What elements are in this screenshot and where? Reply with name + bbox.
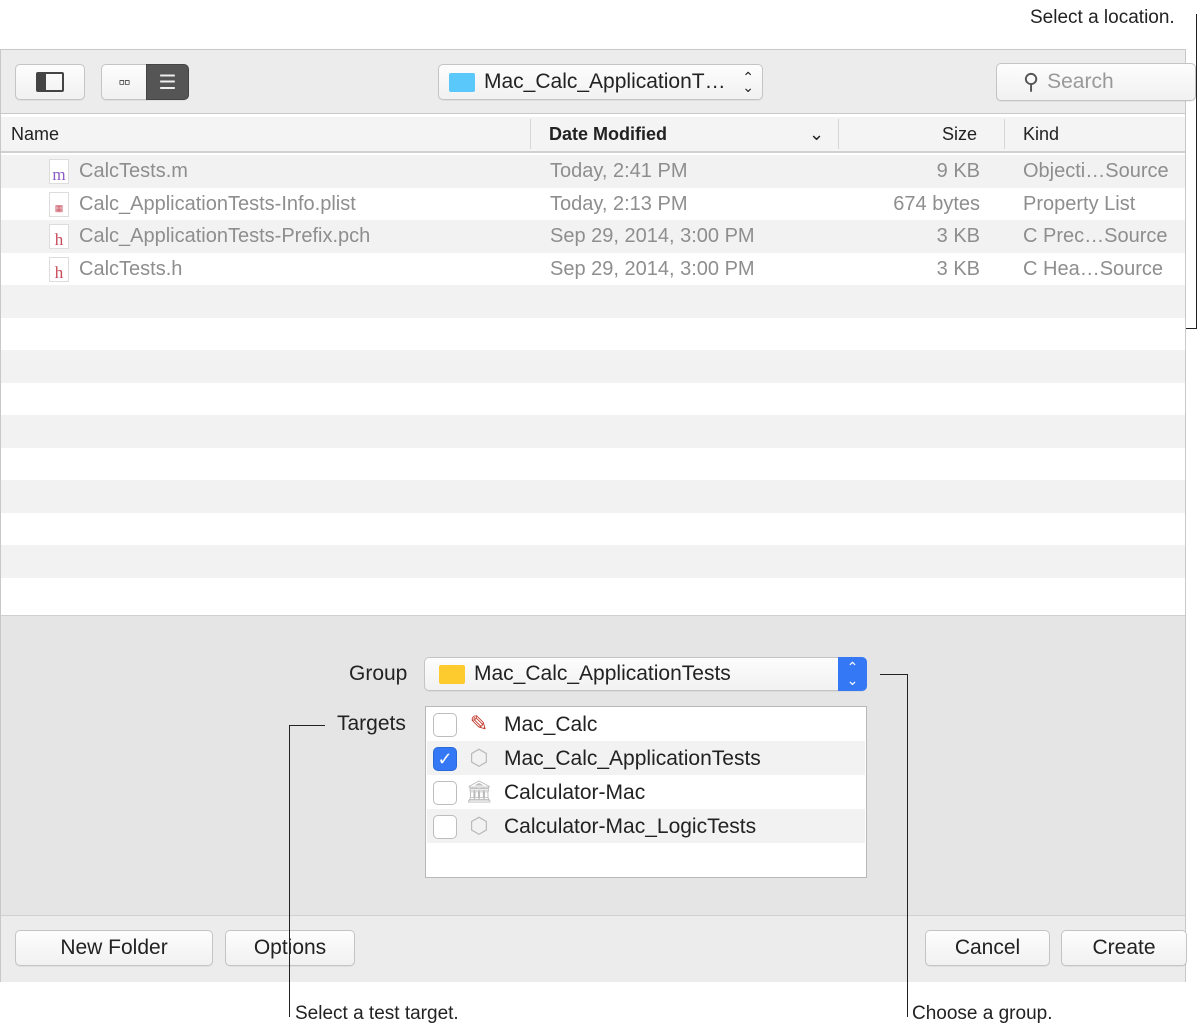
- file-name: Calc_ApplicationTests-Info.plist: [79, 192, 356, 215]
- file-date: Today, 2:41 PM: [550, 160, 688, 182]
- target-name: Mac_Calc_ApplicationTests: [504, 747, 761, 770]
- file-name: CalcTests.m: [79, 160, 188, 182]
- updown-chevron-icon: ⌃ ⌄: [742, 69, 754, 95]
- file-size: 9 KB: [936, 160, 980, 182]
- targets-list: ✎ Mac_Calc ✓ ⬡ Mac_Calc_ApplicationTests…: [425, 706, 867, 878]
- empty-row: [1, 545, 1185, 578]
- toolbar: ▫▫ ☰ Mac_Calc_ApplicationT… ⌃ ⌄ ⚲ Search: [1, 50, 1196, 114]
- file-name: CalcTests.h: [79, 257, 183, 280]
- file-list: m CalcTests.m Today, 2:41 PM 9 KB Object…: [1, 155, 1185, 613]
- empty-row: [1, 383, 1185, 416]
- list-icon: ☰: [158, 71, 177, 94]
- empty-row: [1, 480, 1185, 513]
- list-view-button[interactable]: ☰: [146, 64, 189, 100]
- cancel-button[interactable]: Cancel: [925, 930, 1050, 966]
- callout-select-target: Select a test target.: [295, 1003, 459, 1024]
- column-date-modified[interactable]: Date Modified: [549, 124, 667, 145]
- search-field[interactable]: ⚲ Search: [996, 63, 1196, 101]
- group-label: Group: [349, 662, 408, 685]
- file-row[interactable]: h Calc_ApplicationTests-Prefix.pch Sep 2…: [1, 220, 1185, 253]
- column-header: Name Date Modified ⌄ Size Kind: [1, 117, 1185, 153]
- plist-file-icon: ▦: [49, 191, 69, 217]
- target-checkbox[interactable]: [433, 781, 457, 805]
- file-kind: Objecti…Source: [1023, 160, 1169, 182]
- file-size: 674 bytes: [893, 192, 980, 215]
- empty-row: [1, 513, 1185, 546]
- empty-row: [1, 448, 1185, 481]
- target-row[interactable]: ✎ Mac_Calc: [427, 707, 865, 741]
- file-kind: C Hea…Source: [1023, 257, 1164, 280]
- sort-chevron-icon: ⌄: [809, 124, 825, 144]
- empty-row: [1, 350, 1185, 383]
- empty-row: [1, 285, 1185, 318]
- targets-label: Targets: [337, 712, 406, 735]
- file-date: Sep 29, 2014, 3:00 PM: [550, 225, 755, 247]
- callout-choose-group: Choose a group.: [912, 1003, 1053, 1024]
- column-kind[interactable]: Kind: [1023, 124, 1059, 145]
- h-file-icon: h: [49, 224, 69, 249]
- empty-row: [1, 415, 1185, 448]
- folder-icon: [449, 72, 475, 92]
- file-kind: Property List: [1023, 192, 1136, 215]
- target-name: Mac_Calc: [504, 713, 598, 736]
- new-folder-button[interactable]: New Folder: [15, 930, 213, 966]
- file-row[interactable]: ▦ Calc_ApplicationTests-Info.plist Today…: [1, 188, 1185, 221]
- target-row[interactable]: ⬡ Calculator-Mac_LogicTests: [427, 809, 865, 843]
- sidebar-icon: [36, 72, 64, 92]
- file-row[interactable]: h CalcTests.h Sep 29, 2014, 3:00 PM 3 KB…: [1, 253, 1185, 286]
- sidebar-toggle-button[interactable]: [15, 64, 85, 100]
- test-bundle-icon: ⬡: [469, 813, 489, 838]
- framework-icon: 🏛: [465, 779, 493, 804]
- target-checkbox[interactable]: [433, 815, 457, 839]
- create-button[interactable]: Create: [1061, 930, 1187, 966]
- callout-select-location: Select a location.: [1030, 7, 1175, 28]
- h-file-icon: h: [49, 256, 69, 282]
- app-icon: ✎: [469, 711, 489, 736]
- options-button[interactable]: Options: [225, 930, 355, 966]
- file-size: 3 KB: [936, 225, 980, 247]
- file-date: Sep 29, 2014, 3:00 PM: [550, 257, 755, 280]
- file-name: Calc_ApplicationTests-Prefix.pch: [79, 225, 371, 247]
- target-name: Calculator-Mac_LogicTests: [504, 815, 757, 838]
- updown-chevron-icon: ⌃ ⌄: [838, 657, 867, 691]
- column-name[interactable]: Name: [11, 124, 59, 145]
- m-file-icon: m: [49, 159, 69, 184]
- icon-view-button[interactable]: ▫▫: [101, 64, 147, 100]
- file-size: 3 KB: [936, 257, 980, 280]
- grid-icon: ▫▫: [118, 71, 131, 92]
- target-checkbox[interactable]: ✓: [433, 747, 457, 771]
- empty-row: [1, 578, 1185, 611]
- target-name: Calculator-Mac: [504, 781, 646, 804]
- file-row[interactable]: m CalcTests.m Today, 2:41 PM 9 KB Object…: [1, 155, 1185, 188]
- empty-row: [1, 318, 1185, 351]
- search-icon: ⚲: [1023, 69, 1040, 94]
- file-kind: C Prec…Source: [1023, 225, 1168, 247]
- target-row[interactable]: ✓ ⬡ Mac_Calc_ApplicationTests: [427, 741, 865, 775]
- file-date: Today, 2:13 PM: [550, 192, 688, 215]
- test-bundle-icon: ⬡: [469, 745, 489, 770]
- button-bar: New Folder Options Cancel Create: [1, 915, 1187, 982]
- group-popup[interactable]: Mac_Calc_ApplicationTests ⌃ ⌄: [424, 657, 867, 691]
- target-checkbox[interactable]: [433, 713, 457, 737]
- target-row[interactable]: 🏛 Calculator-Mac: [427, 775, 865, 809]
- location-popup[interactable]: Mac_Calc_ApplicationT… ⌃ ⌄: [438, 64, 763, 100]
- column-size[interactable]: Size: [942, 124, 977, 145]
- folder-icon: [439, 664, 465, 684]
